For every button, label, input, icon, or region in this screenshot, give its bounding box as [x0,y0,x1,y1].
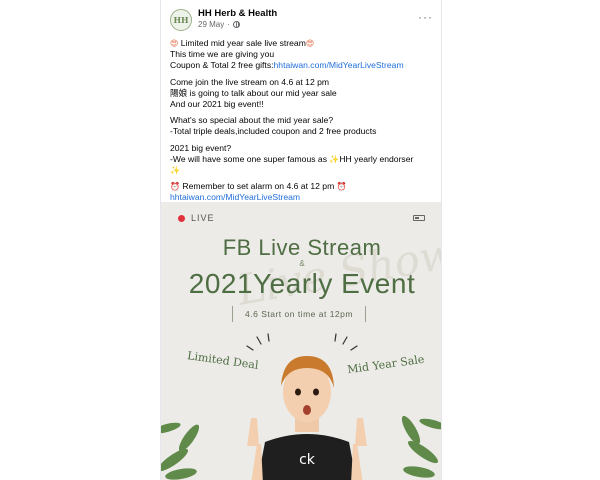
post-line-9: 2021 big event? [170,142,232,153]
post-line-4: Come join the live stream on 4.6 at 12 p… [170,76,330,87]
plant-left-icon [161,422,200,480]
alarm-clock-emoji-icon: ⏰ [336,182,347,192]
post-line-6: And our 2021 big event!! [170,99,264,110]
post-link[interactable]: hhtaiwan.com/MidYearLiveStream [170,192,300,202]
page-name-link[interactable]: HH Herb & Health [198,8,277,19]
post-line-7: What's so special about the mid year sal… [170,115,334,126]
post-line-2: This time we are giving you [170,49,275,60]
post-text-segment: Remember to set alarm on 4.6 at 12 pm [179,181,337,192]
sparkles-emoji-icon: ✨ [170,166,180,176]
alarm-clock-emoji-icon: ⏰ [170,182,180,192]
post-image[interactable]: LIVE Live Show FB Live Stream & 2021Year… [161,202,441,480]
more-options-button[interactable]: ··· [418,10,433,24]
post-line-12: ⏰ Remember to set alarm on 4.6 at 12 pm … [170,181,436,192]
presenter-figure: ck [247,356,367,480]
post-text-segment: HH yearly endorser [339,153,414,164]
page-avatar[interactable]: HH [170,9,192,31]
plant-right-icon [401,415,441,478]
post-line-3: Coupon & Total 2 free gifts:hhtaiwan.com… [170,60,436,71]
globe-icon [232,21,240,28]
post-text-segment: Limited mid year sale live stream [178,38,306,48]
post-text-segment: Coupon & Total 2 free gifts: [170,60,274,71]
post-line-5: 陽娘 is going to talk about our mid year s… [170,87,337,98]
facebook-post-card: HH HH Herb & Health 29 May · ··· 😍 Limit… [160,0,442,480]
post-header: HH HH Herb & Health 29 May · ··· [161,0,441,36]
post-date[interactable]: 29 May [198,20,224,29]
post-text-segment: -We will have some one super famous as [170,153,330,164]
post-line-8: -Total triple deals,included coupon and … [170,126,377,137]
heart-eyes-emoji-icon: 😍 [305,39,315,48]
sparkles-emoji-icon: ✨ [329,154,340,164]
post-text: 😍 Limited mid year sale live stream😍 Thi… [170,38,436,204]
meta-separator: · [227,20,230,29]
post-line-1: 😍 Limited mid year sale live stream😍 [170,38,436,49]
post-line-10: -We will have some one super famous as ✨… [170,154,436,165]
svg-text:ck: ck [299,452,316,468]
post-meta: 29 May · [198,20,240,29]
post-link[interactable]: hhtaiwan.com/MidYearLiveStream [274,60,404,70]
post-line-11: ✨ [170,165,436,176]
